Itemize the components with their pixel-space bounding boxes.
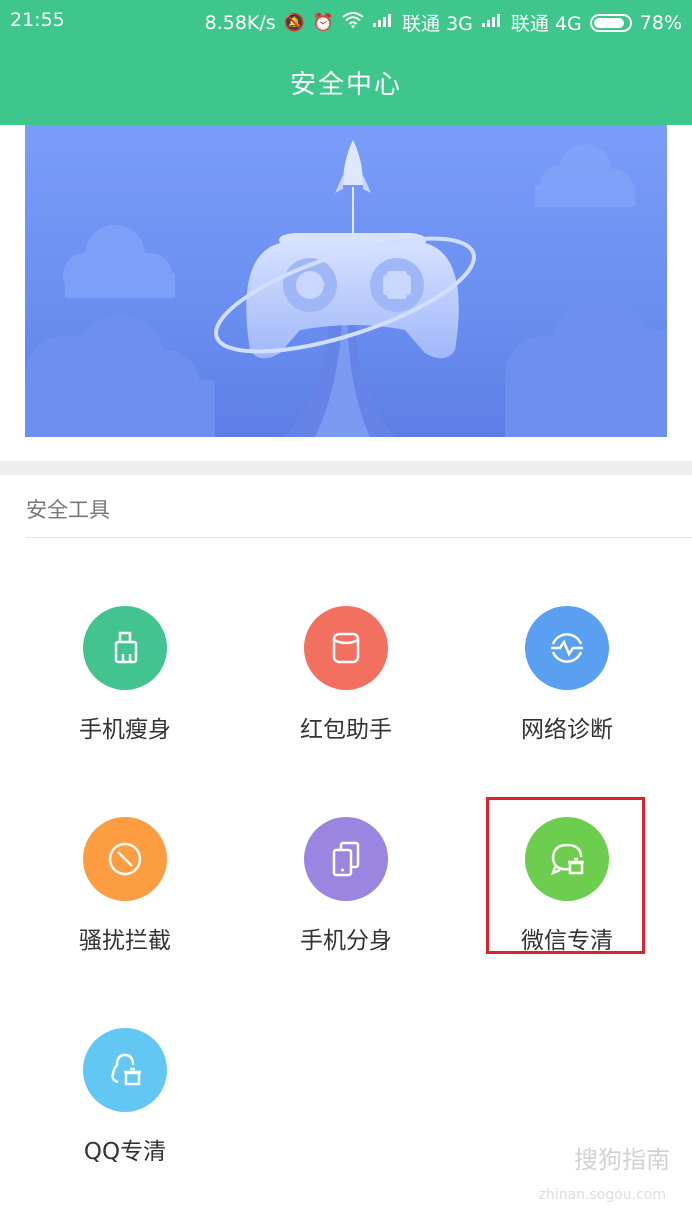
dual-phone-icon [304,817,388,901]
qq-trash-icon [83,1028,167,1112]
cylinder-icon [304,606,388,690]
game-controller-illustration [25,140,667,437]
tool-label: 红包助手 [300,717,392,743]
section-gap [0,461,692,475]
status-time: 21:55 [10,9,65,31]
tool-red-packet[interactable]: 红包助手 [246,606,446,744]
tool-qq-clean[interactable]: QQ专清 [25,1028,225,1166]
watermark: 搜狗指南 [574,1146,670,1174]
divider [26,537,692,538]
page-title: 安全中心 [289,70,402,100]
watermark-url: zhinan.sogou.com [538,1187,666,1203]
network-speed: 8.58K/s [204,11,276,34]
tool-label: 手机分身 [300,928,392,954]
carrier-1: 联通 3G [402,13,473,35]
highlight-box [486,797,645,954]
tool-network-diagnosis[interactable]: 网络诊断 [467,606,667,744]
status-bar: 21:55 8.58K/s 🔕 ⏰ 联通 3G 联通 4G 78% [0,0,692,42]
wifi-icon [342,12,364,33]
tool-label: 网络诊断 [521,717,613,743]
status-right: 8.58K/s 🔕 ⏰ 联通 3G 联通 4G 78% [205,9,682,36]
tool-label: 骚扰拦截 [79,928,171,954]
battery-percent: 78% [639,11,682,34]
banner-image[interactable] [25,125,667,437]
tool-label: QQ专清 [83,1139,167,1165]
carrier-2: 联通 4G [510,13,582,35]
tool-harass-block[interactable]: 骚扰拦截 [25,817,225,955]
battery-icon [589,13,632,32]
signal-icon [481,12,503,33]
signal-icon [372,12,394,33]
block-icon [83,817,167,901]
network-pulse-icon [525,606,609,690]
tool-dual-phone[interactable]: 手机分身 [246,817,446,955]
tool-label: 手机瘦身 [79,717,171,743]
tool-phone-slim[interactable]: 手机瘦身 [25,606,225,744]
title-bar: 安全中心 [0,42,692,125]
mute-icon: 🔕 [283,12,305,33]
broom-icon [83,606,167,690]
section-title: 安全工具 [26,498,110,522]
alarm-icon: ⏰ [312,12,335,33]
